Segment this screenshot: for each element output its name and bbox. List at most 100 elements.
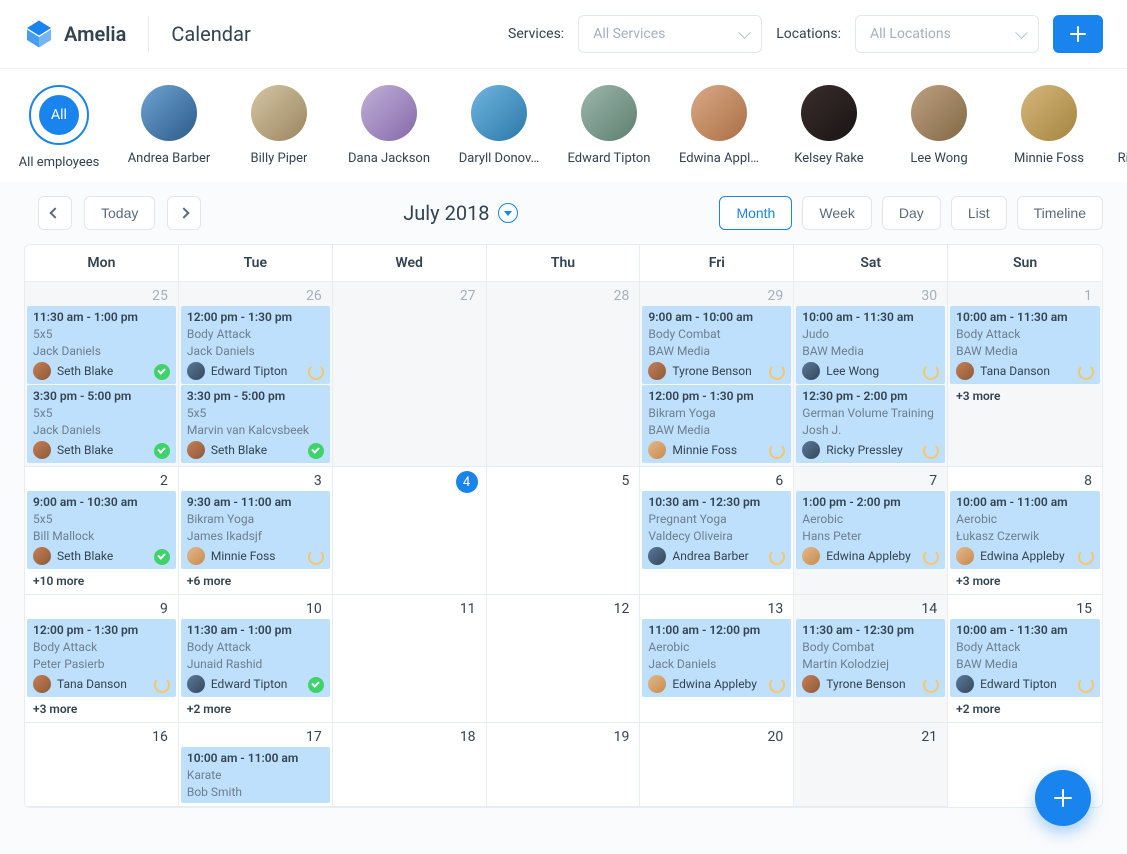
view-month[interactable]: Month (719, 196, 792, 230)
avatar (648, 362, 666, 380)
day-number: 13 (640, 595, 793, 619)
event-employee-row: Tana Danson (33, 675, 170, 693)
employee-filter[interactable]: Minnie Foss (1014, 85, 1084, 170)
employee-filter[interactable]: Andrea Barber (134, 85, 204, 170)
employee-filter[interactable]: Kelsey Rake (794, 85, 864, 170)
view-list[interactable]: List (951, 196, 1007, 230)
employee-filter[interactable]: AllAll employees (24, 85, 94, 170)
more-events-link[interactable]: +10 more (25, 570, 178, 592)
calendar-cell[interactable]: 912:00 pm - 1:30 pmBody AttackPeter Pasi… (25, 595, 179, 723)
event-customer: Josh J. (802, 423, 939, 437)
calendar-cell[interactable]: 2612:00 pm - 1:30 pmBody AttackJack Dani… (179, 282, 333, 467)
employee-filter[interactable]: Dana Jackson (354, 85, 424, 170)
more-events-link[interactable]: +3 more (948, 570, 1102, 592)
header: Amelia Calendar Services: All Services L… (0, 0, 1127, 68)
day-number: 5 (487, 467, 640, 491)
calendar-cell[interactable]: 299:00 am - 10:00 amBody CombatBAW Media… (640, 282, 794, 467)
calendar-cell[interactable]: 1510:00 am - 11:30 amBody AttackBAW Medi… (948, 595, 1102, 723)
view-day[interactable]: Day (882, 196, 941, 230)
calendar-cell[interactable]: 71:00 pm - 2:00 pmAerobicHans PeterEdwin… (794, 467, 948, 595)
calendar-cell[interactable]: 3010:00 am - 11:30 amJudoBAW MediaLee Wo… (794, 282, 948, 467)
add-button[interactable] (1053, 15, 1103, 53)
calendar-cell[interactable]: 11 (333, 595, 487, 723)
calendar-event[interactable]: 1:00 pm - 2:00 pmAerobicHans PeterEdwina… (796, 491, 945, 569)
event-time: 10:00 am - 11:30 am (956, 310, 1094, 324)
view-week[interactable]: Week (802, 196, 872, 230)
day-number: 18 (333, 723, 486, 747)
event-service: Body Attack (956, 327, 1094, 341)
calendar-event[interactable]: 9:30 am - 11:00 amBikram YogaJames Ikads… (181, 491, 330, 569)
view-switcher: Month Week Day List Timeline (719, 196, 1103, 230)
avatar (251, 85, 307, 141)
calendar-event[interactable]: 11:30 am - 1:00 pmBody AttackJunaid Rash… (181, 619, 330, 697)
calendar-event[interactable]: 9:00 am - 10:00 amBody CombatBAW MediaTy… (642, 306, 791, 384)
locations-select[interactable]: All Locations (855, 15, 1039, 53)
calendar-cell[interactable]: 5 (487, 467, 641, 595)
calendar-cell[interactable]: 19 (487, 723, 641, 807)
avatar (187, 675, 205, 693)
employee-filter[interactable]: Daryll Donov… (464, 85, 534, 170)
more-events-link[interactable]: +3 more (25, 698, 178, 720)
calendar-event[interactable]: 10:00 am - 11:00 amKarateBob Smith (181, 747, 330, 803)
avatar (187, 441, 205, 459)
employee-label: Dana Jackson (348, 151, 430, 166)
calendar-event[interactable]: 10:30 am - 12:30 pmPregnant YogaValdecy … (642, 491, 791, 569)
employee-filter[interactable]: Edward Tipton (574, 85, 644, 170)
calendar-cell[interactable]: 1011:30 am - 1:00 pmBody AttackJunaid Ra… (179, 595, 333, 723)
calendar-event[interactable]: 10:00 am - 11:30 amJudoBAW MediaLee Wong (796, 306, 945, 384)
employee-filter[interactable]: Billy Piper (244, 85, 314, 170)
event-customer: BAW Media (956, 657, 1094, 671)
calendar-event[interactable]: 11:00 am - 12:00 pmAerobicJack DanielsEd… (642, 619, 791, 697)
employee-label: Andrea Barber (128, 151, 211, 166)
event-service: Body Attack (33, 640, 170, 654)
employee-filter[interactable]: Lee Wong (904, 85, 974, 170)
calendar-event[interactable]: 10:00 am - 11:30 amBody AttackBAW MediaE… (950, 619, 1100, 697)
event-time: 12:00 pm - 1:30 pm (648, 389, 785, 403)
calendar-event[interactable]: 3:30 pm - 5:00 pm5x5Jack DanielsSeth Bla… (27, 385, 176, 463)
more-events-link[interactable]: +3 more (948, 385, 1102, 407)
employee-filter[interactable]: Edwina Appl… (684, 85, 754, 170)
more-events-link[interactable]: +2 more (948, 698, 1102, 720)
avatar (33, 441, 51, 459)
calendar-event[interactable]: 11:30 am - 1:00 pm5x5Jack DanielsSeth Bl… (27, 306, 176, 384)
calendar-cell[interactable]: 39:30 am - 11:00 amBikram YogaJames Ikad… (179, 467, 333, 595)
calendar-cell[interactable]: 28 (487, 282, 641, 467)
calendar-event[interactable]: 3:30 pm - 5:00 pm5x5Marvin van Kalcvsbee… (181, 385, 330, 463)
calendar-event[interactable]: 11:30 am - 12:30 pmBody CombatMartin Kol… (796, 619, 945, 697)
prev-button[interactable] (38, 196, 72, 230)
calendar-cell[interactable]: 110:00 am - 11:30 amBody AttackBAW Media… (948, 282, 1102, 467)
calendar-cell[interactable]: 18 (333, 723, 487, 807)
weekday-header: Wed (333, 245, 487, 281)
calendar-cell[interactable]: 12 (487, 595, 641, 723)
month-picker[interactable]: July 2018 (213, 201, 707, 225)
view-timeline[interactable]: Timeline (1017, 196, 1103, 230)
calendar-cell[interactable]: 44 (333, 467, 487, 595)
more-events-link[interactable]: +2 more (179, 698, 332, 720)
calendar-cell[interactable]: 1411:30 am - 12:30 pmBody CombatMartin K… (794, 595, 948, 723)
fab-add-button[interactable] (1035, 770, 1091, 826)
calendar-cell[interactable]: 21 (794, 723, 948, 807)
event-service: Aerobic (802, 512, 939, 526)
calendar-cell[interactable]: 29:00 am - 10:30 am5x5Bill MallockSeth B… (25, 467, 179, 595)
calendar-event[interactable]: 10:00 am - 11:00 amAerobicŁukasz Czerwik… (950, 491, 1100, 569)
calendar-event[interactable]: 12:00 pm - 1:30 pmBody AttackJack Daniel… (181, 306, 330, 384)
calendar-event[interactable]: 10:00 am - 11:30 amBody AttackBAW MediaT… (950, 306, 1100, 384)
calendar-cell[interactable]: 1710:00 am - 11:00 amKarateBob Smith (179, 723, 333, 807)
calendar-event[interactable]: 12:30 pm - 2:00 pmGerman Volume Training… (796, 385, 945, 463)
today-button[interactable]: Today (84, 196, 155, 230)
calendar-event[interactable]: 12:00 pm - 1:30 pmBody AttackPeter Pasie… (27, 619, 176, 697)
next-button[interactable] (167, 196, 201, 230)
calendar-cell[interactable]: 610:30 am - 12:30 pmPregnant YogaValdecy… (640, 467, 794, 595)
calendar-cell[interactable]: 1311:00 am - 12:00 pmAerobicJack Daniels… (640, 595, 794, 723)
services-select[interactable]: All Services (578, 15, 762, 53)
calendar-cell[interactable]: 27 (333, 282, 487, 467)
calendar-cell[interactable]: 16 (25, 723, 179, 807)
calendar-cell[interactable]: 810:00 am - 11:00 amAerobicŁukasz Czerwi… (948, 467, 1102, 595)
logo[interactable]: Amelia (24, 19, 126, 49)
calendar-event[interactable]: 12:00 pm - 1:30 pmBikram YogaBAW MediaMi… (642, 385, 791, 463)
divider (148, 16, 149, 52)
calendar-cell[interactable]: 20 (640, 723, 794, 807)
calendar-event[interactable]: 9:00 am - 10:30 am5x5Bill MallockSeth Bl… (27, 491, 176, 569)
calendar-cell[interactable]: 2511:30 am - 1:00 pm5x5Jack DanielsSeth … (25, 282, 179, 467)
more-events-link[interactable]: +6 more (179, 570, 332, 592)
